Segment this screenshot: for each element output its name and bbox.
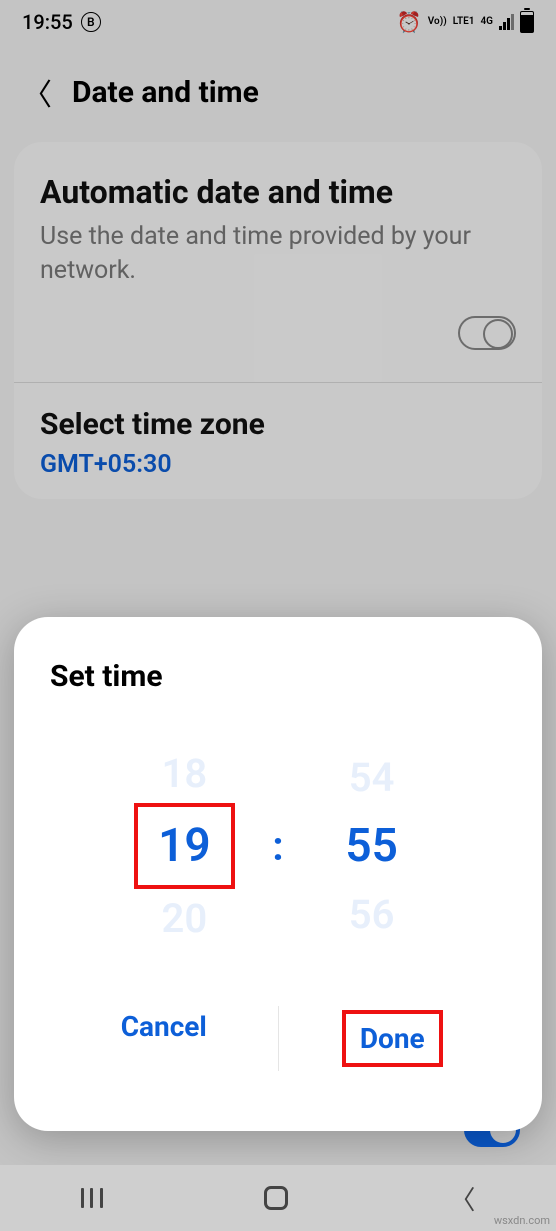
minute-selected[interactable]: 55 [325, 807, 418, 885]
navigation-bar: 〈 [0, 1165, 556, 1231]
dialog-title: Set time [50, 659, 506, 694]
time-colon: : [272, 823, 283, 870]
back-button[interactable]: 〈 [449, 1180, 475, 1217]
hour-prev: 18 [162, 744, 208, 803]
home-button[interactable] [264, 1186, 288, 1210]
hour-selected[interactable]: 19 [134, 803, 235, 889]
cancel-button[interactable]: Cancel [50, 992, 278, 1085]
minute-prev: 54 [349, 748, 395, 807]
watermark: wsxdn.com [494, 1214, 550, 1227]
set-time-dialog: Set time 18 19 20 : 54 55 56 Cancel Done [14, 617, 542, 1131]
minute-next: 56 [349, 885, 395, 944]
dialog-buttons: Cancel Done [50, 992, 506, 1085]
done-button[interactable]: Done [279, 992, 507, 1085]
cancel-label: Cancel [121, 1010, 207, 1043]
time-picker: 18 19 20 : 54 55 56 [50, 744, 506, 948]
hour-column[interactable]: 18 19 20 [124, 744, 244, 948]
recents-button[interactable] [81, 1188, 103, 1208]
done-label: Done [342, 1010, 443, 1067]
minute-column[interactable]: 54 55 56 [312, 748, 432, 944]
hour-next: 20 [162, 889, 208, 948]
